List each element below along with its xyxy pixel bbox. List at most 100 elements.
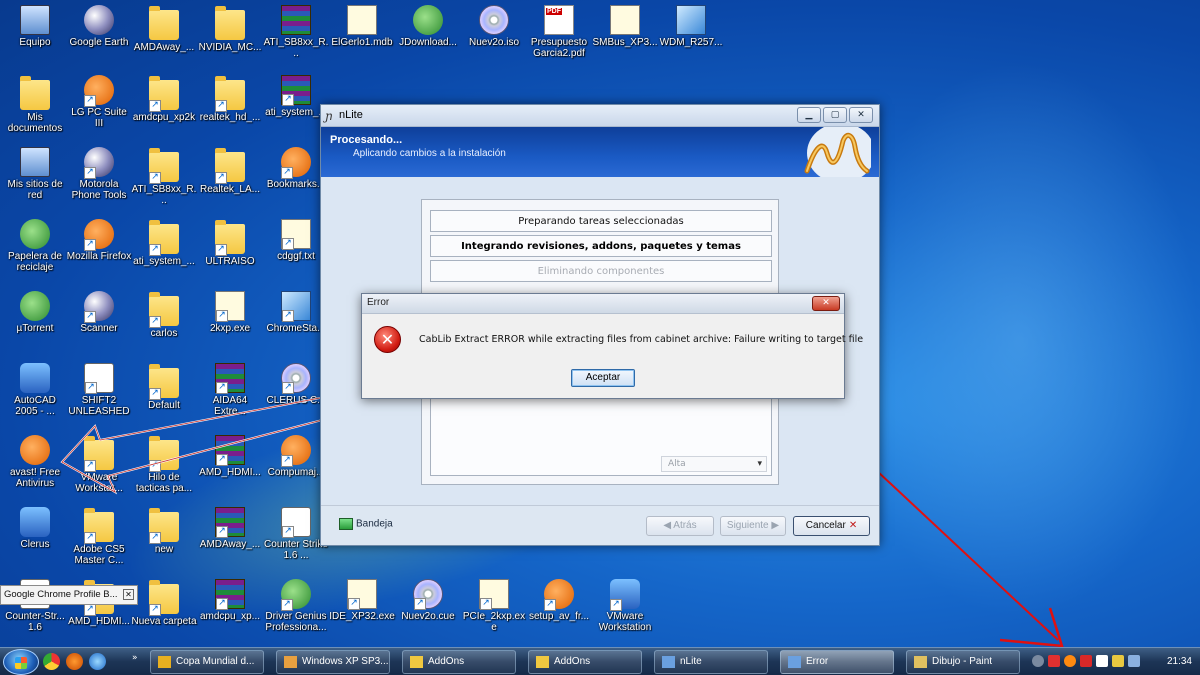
priority-select[interactable]: Alta bbox=[661, 456, 767, 472]
next-button[interactable]: Siguiente ▶ bbox=[720, 516, 786, 536]
desktop-icon-label: Hilo de tacticas pa... bbox=[135, 472, 193, 494]
desktop-icon[interactable]: ati_system_... bbox=[131, 216, 197, 286]
tray-volume-icon[interactable] bbox=[1080, 655, 1092, 667]
desktop-icon-label: Realtek_LA... bbox=[199, 184, 261, 195]
error-close-button[interactable]: ✕ bbox=[812, 296, 840, 311]
error-title-bar[interactable]: Error ✕ bbox=[362, 294, 844, 314]
system-tray: 21:34 bbox=[1022, 648, 1200, 675]
desktop-icon[interactable]: Presupuesto Garcia2.pdf bbox=[526, 2, 592, 72]
desktop-icon[interactable]: AMDAway_... bbox=[131, 2, 197, 72]
desktop-icon[interactable]: Hilo de tacticas pa... bbox=[131, 432, 197, 502]
comp-icon bbox=[20, 5, 50, 35]
cancel-button[interactable]: Cancelar ✕ bbox=[793, 516, 870, 536]
tray-network-icon[interactable] bbox=[1032, 655, 1044, 667]
desktop-icon[interactable]: amdcpu_xp... bbox=[197, 576, 263, 646]
desktop-icon[interactable]: ElGerlo1.mdb bbox=[329, 2, 395, 72]
desktop-icon[interactable]: setup_av_fr... bbox=[526, 576, 592, 646]
desktop-icon[interactable]: Mozilla Firefox bbox=[66, 216, 132, 286]
desktop-icon[interactable]: SHIFT2 UNLEASHED bbox=[66, 360, 132, 430]
desktop-icon[interactable]: Nuev2o.cue bbox=[395, 576, 461, 646]
nlite-title-bar[interactable]: ɲ nLite ▁ ▢ ✕ bbox=[321, 105, 879, 127]
desktop-icon[interactable]: JDownload... bbox=[395, 2, 461, 72]
accept-button[interactable]: Aceptar bbox=[571, 369, 635, 387]
desktop-icon-label: ATI_SB8xx_R... bbox=[131, 184, 197, 206]
tray-display-icon[interactable] bbox=[1128, 655, 1140, 667]
taskbar-button[interactable]: Dibujo - Paint bbox=[906, 650, 1020, 674]
desktop-icon[interactable]: Mis documentos bbox=[2, 72, 68, 142]
close-button[interactable]: ✕ bbox=[849, 107, 873, 123]
tray-device-icon[interactable] bbox=[1096, 655, 1108, 667]
tooltip-close-icon[interactable]: ✕ bbox=[123, 589, 134, 600]
desktop-icon-label: Google Earth bbox=[69, 37, 129, 48]
desktop-icon[interactable]: Nueva carpeta bbox=[131, 576, 197, 646]
desktop-icon[interactable]: Papelera de reciclaje bbox=[2, 216, 68, 286]
desktop-icon[interactable]: new bbox=[131, 504, 197, 574]
desktop-icon[interactable]: Realtek_LA... bbox=[197, 144, 263, 214]
desktop-icon[interactable]: Google Earth bbox=[66, 2, 132, 72]
desktop-icon[interactable]: WDM_R257... bbox=[658, 2, 724, 72]
desktop-icon[interactable]: realtek_hd_... bbox=[197, 72, 263, 142]
tray-avast-icon[interactable] bbox=[1064, 655, 1076, 667]
desktop-icon[interactable]: Mis sitios de red bbox=[2, 144, 68, 214]
orangeb-icon bbox=[281, 435, 311, 467]
desktop-icon[interactable]: PCIe_2kxp.exe bbox=[461, 576, 527, 646]
taskbar: » Copa Mundial d... Windows XP SP3... AddO… bbox=[0, 647, 1200, 675]
desktop-icon[interactable]: carlos bbox=[131, 288, 197, 358]
greenb-icon bbox=[281, 579, 311, 611]
desktop-icon[interactable]: AutoCAD 2005 - ... bbox=[2, 360, 68, 430]
bandeja-button[interactable]: Bandeja bbox=[339, 518, 393, 530]
desktop-icon[interactable]: Scanner bbox=[66, 288, 132, 358]
desktop-icon[interactable]: Adobe CS5 Master C... bbox=[66, 504, 132, 574]
desktop-icon[interactable]: Motorola Phone Tools bbox=[66, 144, 132, 214]
desktop-icon[interactable]: Default bbox=[131, 360, 197, 430]
desktop-icon[interactable]: AMD_HDMI... bbox=[197, 432, 263, 502]
folder-icon bbox=[215, 6, 245, 40]
chrome-profile-tooltip[interactable]: Google Chrome Profile B... ✕ bbox=[0, 585, 138, 605]
desktop-icon[interactable]: ATI_SB8xx_R... bbox=[263, 2, 329, 72]
desktop-icon-label: AMDAway_... bbox=[133, 42, 195, 53]
blueb-icon bbox=[610, 579, 640, 611]
desktop-icon[interactable]: Equipo bbox=[2, 2, 68, 72]
chrome-quicklaunch-icon[interactable] bbox=[43, 653, 60, 670]
desktop-icon[interactable]: LG PC Suite III bbox=[66, 72, 132, 142]
maximize-button[interactable]: ▢ bbox=[823, 107, 847, 123]
tray-tools-icon[interactable] bbox=[1112, 655, 1124, 667]
desktop-icon[interactable]: ATI_SB8xx_R... bbox=[131, 144, 197, 214]
taskbar-button[interactable]: AddOns bbox=[402, 650, 516, 674]
taskbar-button[interactable]: Windows XP SP3... bbox=[276, 650, 390, 674]
nlite-footer: Bandeja ◀ Atrás Siguiente ▶ Cancelar ✕ bbox=[321, 505, 879, 545]
taskbar-button[interactable]: Error bbox=[780, 650, 894, 674]
ie-quicklaunch-icon[interactable] bbox=[89, 653, 106, 670]
desktop-icon[interactable]: Driver Genius Professiona... bbox=[263, 576, 329, 646]
desktop-icon[interactable]: Clerus bbox=[2, 504, 68, 574]
desktop-icon[interactable]: SMBus_XP3... bbox=[592, 2, 658, 72]
desktop-icon[interactable]: VMware Workstat... bbox=[66, 432, 132, 502]
start-button[interactable] bbox=[3, 649, 39, 675]
task-prepare: Preparando tareas seleccionadas bbox=[430, 210, 772, 232]
cdico-icon bbox=[281, 507, 311, 538]
quicklaunch-overflow-icon[interactable]: » bbox=[132, 653, 138, 663]
back-button[interactable]: ◀ Atrás bbox=[646, 516, 714, 536]
taskbar-button[interactable]: nLite bbox=[654, 650, 768, 674]
taskbar-button[interactable]: AddOns bbox=[528, 650, 642, 674]
minimize-button[interactable]: ▁ bbox=[797, 107, 821, 123]
tray-alert-icon[interactable] bbox=[1048, 655, 1060, 667]
clock[interactable]: 21:34 bbox=[1167, 656, 1192, 667]
firefox-quicklaunch-icon[interactable] bbox=[66, 653, 83, 670]
desktop-icon[interactable]: avast! Free Antivirus bbox=[2, 432, 68, 502]
desktop-icon[interactable]: Nuev2o.iso bbox=[461, 2, 527, 72]
taskbar-button-label: AddOns bbox=[554, 656, 591, 667]
desktop-icon[interactable]: amdcpu_xp2k bbox=[131, 72, 197, 142]
desktop-icon[interactable]: AMDAway_... bbox=[197, 504, 263, 574]
desktop-icon[interactable]: IDE_XP32.exe bbox=[329, 576, 395, 646]
desktop-icon[interactable]: VMware Workstation bbox=[592, 576, 658, 646]
desktop-icon[interactable]: µTorrent bbox=[2, 288, 68, 358]
desktop-icon[interactable]: 2kxp.exe bbox=[197, 288, 263, 358]
pdf-icon bbox=[544, 5, 574, 35]
desktop-icon[interactable]: AIDA64 Extre... bbox=[197, 360, 263, 430]
taskbar-button[interactable]: Copa Mundial d... bbox=[150, 650, 264, 674]
desktop-icon-label: Nuev2o.iso bbox=[468, 37, 520, 48]
desktop-icon[interactable]: NVIDIA_MC... bbox=[197, 2, 263, 72]
desktop-icon-label: AutoCAD 2005 - ... bbox=[14, 395, 56, 417]
desktop-icon[interactable]: ULTRAISO bbox=[197, 216, 263, 286]
